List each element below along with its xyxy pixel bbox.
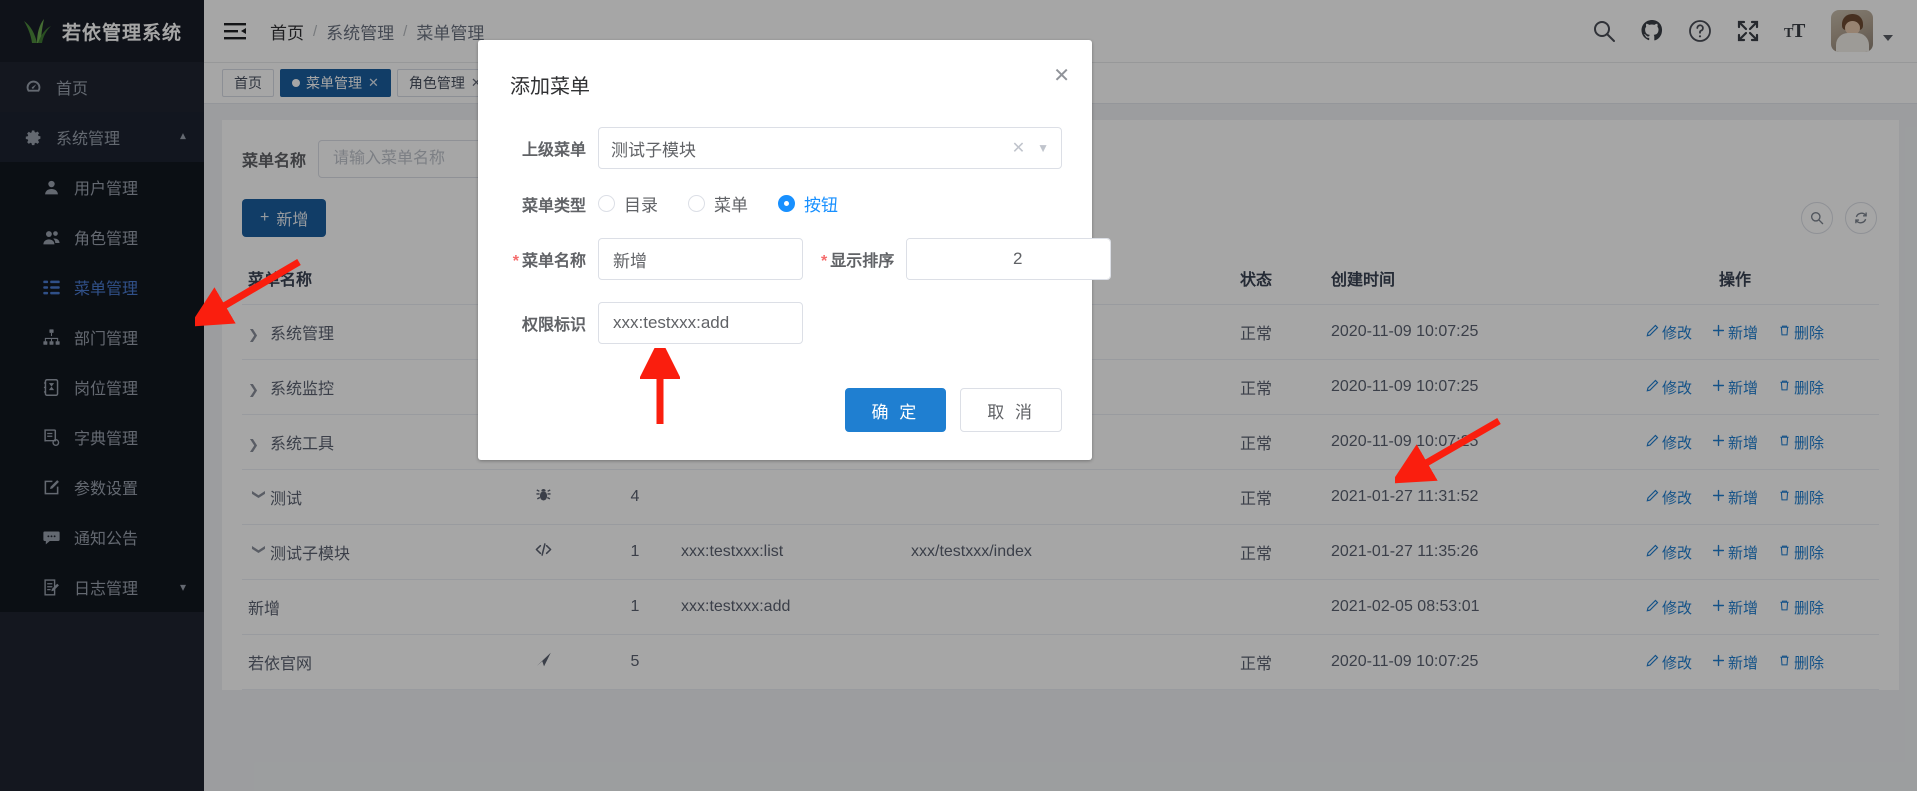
menu-name-sort-row: *菜单名称 *显示排序 ▲ ▼ [508, 238, 1112, 280]
radio-circle-icon [688, 195, 705, 212]
radio-label: 按钮 [804, 196, 838, 215]
perm-key-row: 权限标识 [508, 302, 1062, 344]
dialog-title: 添加菜单 [510, 76, 590, 98]
perm-key-input[interactable] [598, 302, 803, 344]
menu-name-label: * 菜单名称 [508, 247, 586, 271]
required-marker: * [821, 253, 828, 270]
menu-type-label: 菜单类型 [521, 197, 586, 215]
perm-key-label: 权限标识 [521, 317, 586, 334]
menu-name-label-text: 菜单名称 [521, 253, 586, 270]
required-marker: * [512, 253, 519, 270]
clear-icon[interactable]: ✕ [1012, 138, 1025, 158]
menu-type-row: 菜单类型 目录 菜单 按钮 [508, 191, 1062, 216]
display-sort-stepper[interactable]: ▲ ▼ [906, 238, 1112, 280]
menu-type-radio-1[interactable]: 菜单 [688, 191, 748, 216]
menu-type-radio-2[interactable]: 按钮 [778, 191, 838, 216]
radio-circle-icon [778, 195, 795, 212]
menu-type-radio-0[interactable]: 目录 [598, 191, 658, 216]
parent-menu-select[interactable]: 测试子模块 ✕ ▼ [598, 127, 1062, 169]
dialog-footer: 确 定 取 消 [498, 366, 1072, 460]
display-sort-input[interactable] [907, 239, 1111, 279]
parent-menu-label: 上级菜单 [521, 142, 586, 159]
chevron-down-icon[interactable]: ▼ [1037, 141, 1049, 155]
menu-type-radio-group: 目录 菜单 按钮 [598, 191, 838, 216]
display-sort-label: * 显示排序 [821, 247, 894, 271]
radio-circle-icon [598, 195, 615, 212]
radio-label: 菜单 [714, 196, 748, 215]
parent-menu-value: 测试子模块 [611, 140, 696, 160]
radio-label: 目录 [624, 196, 658, 215]
display-sort-label-text: 显示排序 [830, 253, 895, 270]
menu-name-input[interactable] [598, 238, 803, 280]
add-menu-dialog: 添加菜单 ✕ 上级菜单 测试子模块 ✕ ▼ 菜单类型 目录 菜单 按钮 * 菜单名称 … [478, 40, 1112, 460]
cancel-button[interactable]: 取 消 [960, 388, 1062, 432]
parent-menu-row: 上级菜单 测试子模块 ✕ ▼ [508, 127, 1062, 169]
dialog-body: 上级菜单 测试子模块 ✕ ▼ 菜单类型 目录菜单按钮 *菜单名称 *显示排序 ▲ [498, 99, 1112, 344]
close-icon[interactable]: ✕ [1053, 66, 1070, 86]
confirm-button[interactable]: 确 定 [844, 388, 947, 432]
